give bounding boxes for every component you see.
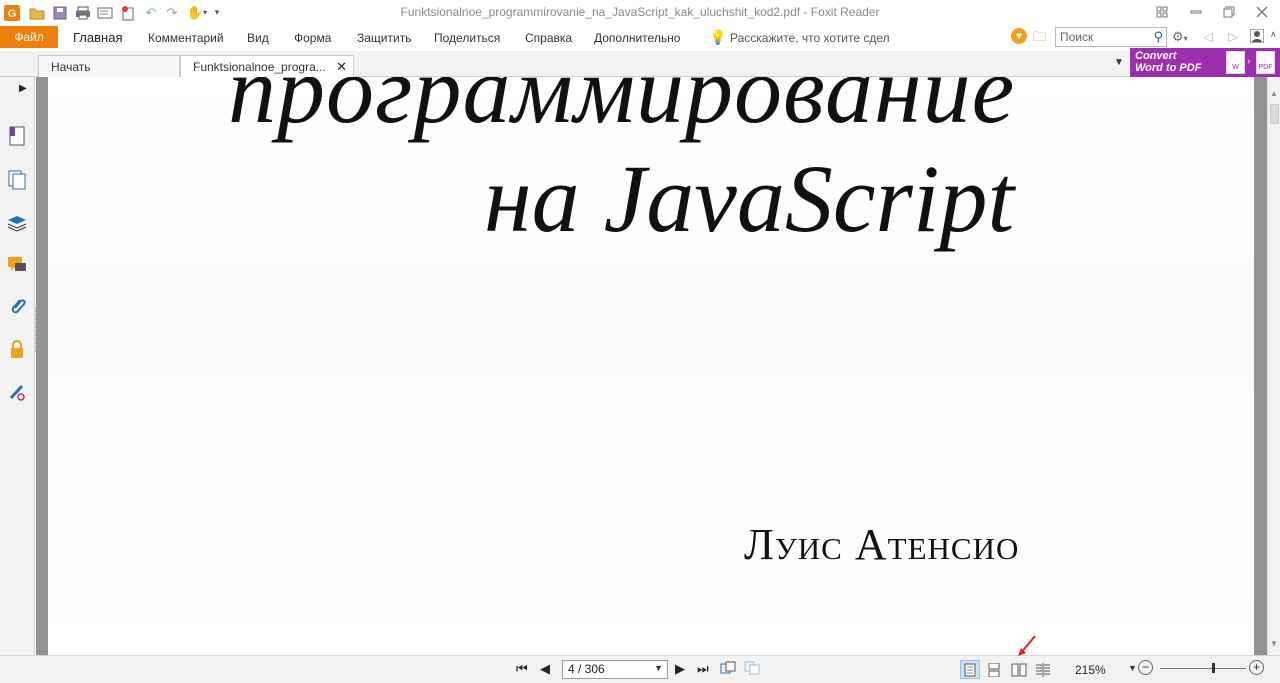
search-box: ⚲ bbox=[1055, 27, 1167, 47]
page-number-value: 4 / 306 bbox=[568, 662, 605, 676]
back-arrow-icon[interactable]: ◁ bbox=[1203, 29, 1213, 45]
save-icon[interactable] bbox=[51, 4, 69, 21]
close-tab-icon[interactable]: ✕ bbox=[336, 59, 347, 75]
book-title-line-2: на JavaScript bbox=[484, 145, 1015, 252]
arrow-right-icon: › bbox=[1247, 56, 1251, 67]
user-account-icon[interactable] bbox=[1249, 28, 1265, 46]
status-bar: ⏮ ◀ 4 / 306 ▼ ▶ ⏭ 215% ▼ − + bbox=[0, 635, 1280, 683]
promo-text: Convert Word to PDF bbox=[1135, 50, 1201, 74]
next-view-icon[interactable] bbox=[744, 661, 760, 678]
vertical-scrollbar[interactable]: ▲ ▼ bbox=[1267, 77, 1280, 655]
layers-icon[interactable] bbox=[6, 212, 28, 234]
search-icon[interactable]: ⚲ bbox=[1153, 29, 1163, 45]
settings-gear-icon[interactable]: ⚙▾ bbox=[1172, 29, 1188, 45]
zoom-in-button[interactable]: + bbox=[1249, 660, 1264, 675]
promo-line-2: Word to PDF bbox=[1135, 62, 1202, 74]
ribbon-tabs: Файл Главная Комментарий Вид Форма Защит… bbox=[0, 25, 1280, 51]
lightbulb-icon: 💡 bbox=[709, 29, 727, 45]
pdf-page: программирование на JavaScript Луис Атен… bbox=[48, 77, 1254, 655]
customize-toolbar-icon[interactable]: ▾ bbox=[211, 4, 223, 21]
tab-home[interactable]: Главная bbox=[73, 30, 122, 45]
print-icon[interactable] bbox=[74, 4, 92, 21]
tab-document[interactable]: Funktsionalnoe_progra... ✕ bbox=[180, 55, 354, 77]
zoom-slider-knob[interactable] bbox=[1212, 663, 1215, 673]
convert-word-to-pdf-banner[interactable]: Convert Word to PDF W › PDF bbox=[1130, 48, 1280, 77]
foxit-logo-icon[interactable]: G bbox=[3, 4, 21, 21]
word-doc-icon: W bbox=[1226, 51, 1245, 74]
tab-start-label: Начать bbox=[51, 60, 91, 74]
scroll-up-icon[interactable]: ▲ bbox=[1270, 89, 1278, 98]
open-folder-icon[interactable] bbox=[28, 4, 46, 21]
red-annotation-arrow-icon bbox=[1018, 635, 1036, 656]
ribbon-layout-icon[interactable] bbox=[1147, 2, 1177, 22]
continuous-facing-view-button[interactable] bbox=[1033, 660, 1053, 679]
zoom-out-button[interactable]: − bbox=[1138, 660, 1153, 675]
new-document-icon[interactable] bbox=[119, 4, 137, 21]
restore-button[interactable] bbox=[1214, 2, 1244, 22]
previous-page-icon[interactable]: ◀ bbox=[540, 661, 550, 677]
tab-protect[interactable]: Защитить bbox=[357, 31, 411, 45]
last-page-icon[interactable]: ⏭ bbox=[697, 661, 709, 677]
forward-arrow-icon[interactable]: ▷ bbox=[1228, 29, 1238, 45]
continuous-view-button[interactable] bbox=[984, 660, 1004, 679]
email-icon[interactable] bbox=[96, 4, 114, 21]
page-dropdown-icon[interactable]: ▼ bbox=[654, 663, 663, 673]
comments-icon[interactable] bbox=[6, 254, 28, 276]
tab-comment[interactable]: Комментарий bbox=[148, 31, 224, 45]
next-page-icon[interactable]: ▶ bbox=[675, 661, 685, 677]
attachments-icon[interactable] bbox=[6, 296, 28, 318]
window-title: Funktsionalnoe_programmirovanie_na_JavaS… bbox=[400, 5, 880, 19]
signature-icon[interactable] bbox=[6, 381, 28, 403]
book-author: Луис Атенсио bbox=[744, 520, 1020, 569]
page-number-field[interactable]: 4 / 306 ▼ bbox=[562, 660, 668, 679]
tab-extras[interactable]: Дополнительно bbox=[594, 31, 680, 45]
svg-text:G: G bbox=[8, 8, 17, 20]
search-input[interactable] bbox=[1056, 28, 1144, 46]
tab-share[interactable]: Поделиться bbox=[434, 31, 500, 45]
zoom-dropdown-icon[interactable]: ▼ bbox=[1128, 663, 1137, 673]
tab-document-label: Funktsionalnoe_progra... bbox=[193, 60, 326, 74]
redo-icon[interactable]: ↷ bbox=[163, 4, 181, 21]
tab-view[interactable]: Вид bbox=[247, 31, 269, 45]
collapse-ribbon-icon[interactable]: ∧ bbox=[1270, 29, 1277, 40]
bookmarks-icon[interactable] bbox=[6, 125, 28, 147]
document-tab-bar: Начать Funktsionalnoe_progra... ✕ ▼ bbox=[0, 51, 1280, 77]
facing-view-button[interactable] bbox=[1009, 660, 1029, 679]
find-in-folder-icon[interactable]: 🗀 bbox=[1033, 28, 1046, 50]
promo-line-1: Convert bbox=[1135, 50, 1177, 62]
scrollbar-thumb[interactable] bbox=[1270, 104, 1279, 124]
tell-me-box[interactable]: Расскажите, что хотите сдел bbox=[730, 31, 890, 45]
favorite-icon[interactable]: ♥ bbox=[1011, 28, 1027, 44]
title-bar: G ↶ ↷ ✋ ▾ ▾ Funktsionalnoe_programmirovan… bbox=[0, 0, 1280, 25]
zoom-level[interactable]: 215% bbox=[1075, 663, 1106, 677]
tab-form[interactable]: Форма bbox=[294, 31, 331, 45]
scroll-down-icon[interactable]: ▼ bbox=[1270, 639, 1278, 648]
page-thumbnails-icon[interactable] bbox=[6, 169, 28, 191]
security-lock-icon[interactable] bbox=[6, 338, 28, 360]
navigation-panel: ▶ bbox=[0, 77, 36, 655]
single-page-view-button[interactable] bbox=[960, 660, 980, 679]
previous-view-icon[interactable] bbox=[720, 661, 736, 678]
hand-tool-icon[interactable]: ✋ ▾ bbox=[186, 4, 208, 21]
first-page-icon[interactable]: ⏮ bbox=[516, 661, 528, 677]
zoom-slider[interactable] bbox=[1160, 668, 1246, 669]
minimize-button[interactable] bbox=[1181, 2, 1211, 22]
tab-help[interactable]: Справка bbox=[525, 31, 572, 45]
pdf-doc-icon: PDF bbox=[1256, 51, 1275, 74]
undo-icon[interactable]: ↶ bbox=[142, 4, 160, 21]
file-menu-tab[interactable]: Файл bbox=[0, 26, 58, 48]
tab-list-dropdown-icon[interactable]: ▼ bbox=[1114, 57, 1124, 68]
book-title-line-1: программирование bbox=[228, 77, 1016, 143]
document-view[interactable]: программирование на JavaScript Луис Атен… bbox=[36, 77, 1267, 655]
tab-start[interactable]: Начать bbox=[38, 55, 180, 77]
expand-panel-icon[interactable]: ▶ bbox=[19, 83, 27, 94]
close-window-button[interactable] bbox=[1247, 2, 1277, 22]
